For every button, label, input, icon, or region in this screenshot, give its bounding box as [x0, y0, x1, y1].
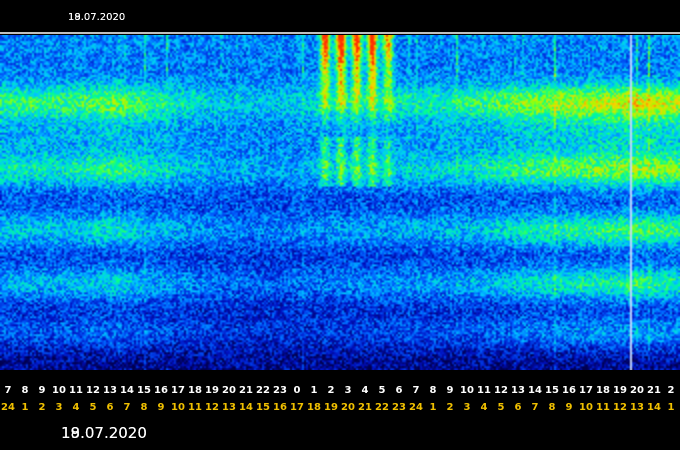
tick-label-offset: 21	[358, 402, 372, 413]
tick-label-offset: 22	[375, 402, 389, 413]
tick-label-offset: 11	[188, 402, 202, 413]
tick-label-offset: 24	[409, 402, 423, 413]
tick-label-local: 13	[103, 385, 117, 396]
tick-label-local: 18	[188, 385, 202, 396]
footer-date-label-2: 19.07.2020	[61, 424, 147, 442]
tick-label-local: 10	[460, 385, 474, 396]
tick-label-offset: 15	[256, 402, 270, 413]
tick-label-offset: 10	[171, 402, 185, 413]
tick-label-local: 0	[294, 385, 301, 396]
tick-label-offset: 4	[481, 402, 488, 413]
tick-label-local: 21	[239, 385, 253, 396]
tick-label-offset: 3	[464, 402, 471, 413]
tick-label-offset: 2	[447, 402, 454, 413]
tick-label-local: 15	[137, 385, 151, 396]
tick-label-offset: 16	[273, 402, 287, 413]
tick-label-offset: 1	[22, 402, 29, 413]
tick-label-offset: 1	[430, 402, 437, 413]
tick-label-local: 4	[362, 385, 369, 396]
tick-label-local: 15	[545, 385, 559, 396]
tick-label-local: 9	[447, 385, 454, 396]
tick-label-offset: 6	[107, 402, 114, 413]
tick-label-offset: 5	[498, 402, 505, 413]
tick-label-offset: 7	[532, 402, 539, 413]
tick-label-local: 8	[430, 385, 437, 396]
tick-label-offset: 9	[158, 402, 165, 413]
tick-label-local: 8	[22, 385, 29, 396]
tick-label-offset: 19	[324, 402, 338, 413]
tick-label-offset: 10	[579, 402, 593, 413]
tick-label-offset: 11	[596, 402, 610, 413]
header-date-label-2: 19.07.2020	[68, 12, 125, 23]
tick-label-local: 22	[256, 385, 270, 396]
tick-label-offset: 12	[205, 402, 219, 413]
tick-label-local: 23	[273, 385, 287, 396]
tick-label-offset: 17	[290, 402, 304, 413]
tick-label-local: 20	[222, 385, 236, 396]
tick-label-offset: 14	[647, 402, 661, 413]
spectrogram-plot-area	[0, 35, 680, 370]
tick-label-local: 2	[668, 385, 675, 396]
tick-label-offset: 23	[392, 402, 406, 413]
tick-label-offset: 14	[239, 402, 253, 413]
tick-label-local: 16	[562, 385, 576, 396]
tick-label-local: 18	[596, 385, 610, 396]
tick-label-local: 7	[413, 385, 420, 396]
tick-label-local: 19	[613, 385, 627, 396]
tick-label-local: 1	[311, 385, 318, 396]
tick-label-local: 11	[477, 385, 491, 396]
tick-label-local: 11	[69, 385, 83, 396]
tick-label-local: 14	[528, 385, 542, 396]
tick-label-offset: 13	[630, 402, 644, 413]
tick-label-local: 9	[39, 385, 46, 396]
tick-label-local: 5	[379, 385, 386, 396]
tick-label-offset: 13	[222, 402, 236, 413]
tick-label-offset: 4	[73, 402, 80, 413]
header-date-labels: 18.07.2020 19.07.2020	[68, 12, 125, 23]
tick-label-local: 13	[511, 385, 525, 396]
tick-label-local: 3	[345, 385, 352, 396]
tick-label-offset: 6	[515, 402, 522, 413]
tick-label-offset: 7	[124, 402, 131, 413]
tick-label-local: 17	[579, 385, 593, 396]
tick-label-local: 6	[396, 385, 403, 396]
tick-label-local: 14	[120, 385, 134, 396]
tick-label-offset: 18	[307, 402, 321, 413]
tick-label-local: 16	[154, 385, 168, 396]
tick-label-offset: 3	[56, 402, 63, 413]
tick-label-offset: 2	[39, 402, 46, 413]
tick-label-offset: 1	[668, 402, 675, 413]
spectrogram-chart: 18.07.2020 19.07.2020 7 8 9 10 11 12 13 14 15 16 1…	[0, 0, 680, 450]
tick-label-local: 17	[171, 385, 185, 396]
tick-label-offset: 8	[141, 402, 148, 413]
tick-label-local: 7	[5, 385, 12, 396]
tick-label-offset: 8	[549, 402, 556, 413]
tick-label-local: 19	[205, 385, 219, 396]
footer-date-labels: 18.07.2020 19.07.2020	[61, 424, 147, 442]
tick-label-local: 21	[647, 385, 661, 396]
tick-label-local: 2	[328, 385, 335, 396]
tick-label-local: 20	[630, 385, 644, 396]
tick-label-offset: 20	[341, 402, 355, 413]
tick-label-local: 10	[52, 385, 66, 396]
tick-label-offset: 9	[566, 402, 573, 413]
tick-label-local: 12	[494, 385, 508, 396]
spectrogram-heatmap-image	[0, 35, 680, 370]
tick-label-offset: 5	[90, 402, 97, 413]
tick-label-offset: 24	[1, 402, 15, 413]
tick-label-offset: 12	[613, 402, 627, 413]
tick-label-local: 12	[86, 385, 100, 396]
